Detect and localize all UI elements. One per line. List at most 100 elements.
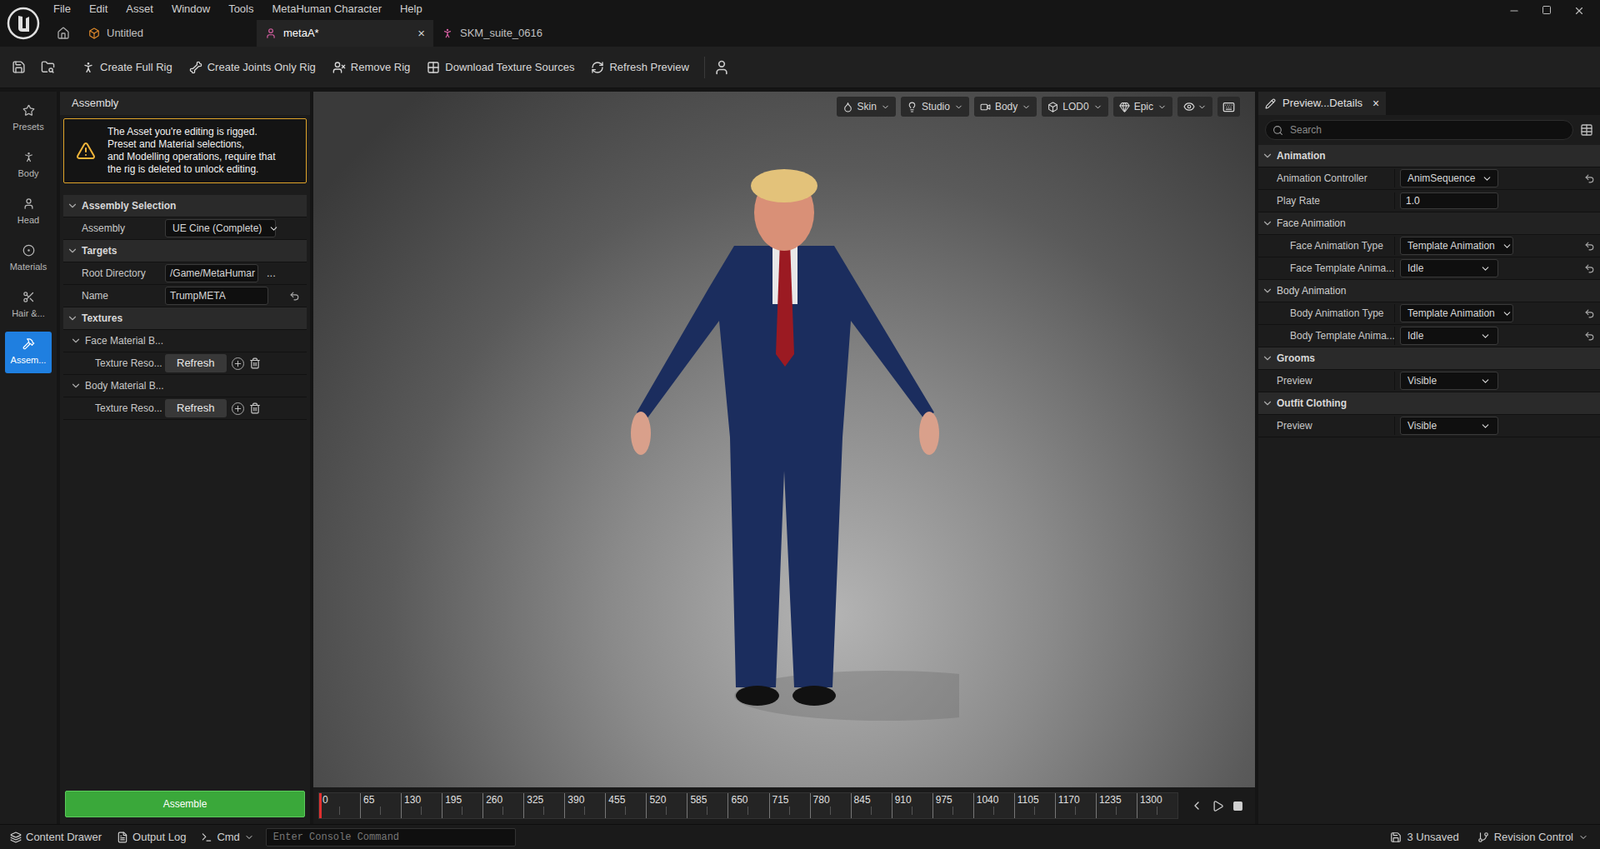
dropdown[interactable]: Template Animation [1400, 236, 1514, 255]
toolbar-button[interactable]: Create Joints Only Rig [182, 55, 323, 80]
add-icon[interactable] [231, 402, 245, 415]
status-button[interactable]: Output Log [110, 827, 193, 848]
expand-icon[interactable] [1261, 397, 1274, 410]
viewport-dropdown[interactable]: Studio [900, 96, 970, 117]
name-field[interactable]: TrumpMETA [165, 286, 269, 305]
reset-icon[interactable] [1584, 308, 1595, 320]
dropdown[interactable]: UE Cine (Complete) [165, 219, 276, 238]
add-icon[interactable] [231, 357, 245, 370]
expand-icon[interactable] [66, 200, 79, 212]
menu-item[interactable]: Asset [119, 0, 160, 18]
details-tab-close[interactable]: × [1372, 95, 1380, 113]
sidebar-item[interactable]: Head [5, 191, 52, 234]
view-options-icon[interactable] [1580, 123, 1594, 137]
dropdown[interactable]: Template Animation [1400, 304, 1514, 323]
sidebar-item[interactable]: Body [5, 145, 52, 187]
sidebar-item[interactable]: Hair &... [5, 285, 52, 327]
character-figure[interactable] [609, 154, 960, 738]
toolbar-button[interactable]: Refresh Preview [584, 55, 695, 80]
viewport-dropdown[interactable]: Body [974, 96, 1037, 117]
expand-icon[interactable] [1261, 217, 1274, 230]
document-tab[interactable]: Untitled [80, 20, 257, 47]
tab-close-button[interactable]: × [417, 24, 425, 44]
section-header[interactable]: Grooms [1258, 347, 1600, 370]
status-button[interactable]: Cmd [194, 827, 260, 848]
group-header[interactable]: Face Material B... [63, 330, 307, 353]
expand-icon[interactable] [70, 335, 82, 347]
playback-controls [1190, 799, 1250, 813]
reset-icon[interactable] [1584, 330, 1595, 342]
save-icon[interactable] [11, 60, 26, 75]
reset-icon[interactable] [1584, 240, 1595, 252]
minimize-icon[interactable] [1508, 5, 1520, 17]
playhead[interactable] [319, 793, 322, 819]
delete-icon[interactable] [249, 357, 261, 370]
viewport-dropdown[interactable]: Epic [1113, 96, 1173, 117]
reset-icon[interactable] [289, 290, 300, 302]
timeline-track[interactable]: 0651301952603253904555205856507157808459… [318, 792, 1179, 820]
viewport-dropdown[interactable]: Skin [836, 96, 896, 117]
menu-item[interactable]: Tools [221, 0, 260, 18]
home-icon[interactable] [56, 26, 70, 40]
dropdown[interactable]: Visible [1400, 371, 1499, 390]
dropdown[interactable]: Idle [1400, 326, 1499, 345]
toolbar-button[interactable]: Download Texture Sources [420, 55, 581, 80]
viewport-dropdown[interactable]: LOD0 [1041, 96, 1108, 117]
refresh-button[interactable]: Refresh [165, 399, 227, 418]
menu-item[interactable]: MetaHuman Character [265, 0, 389, 18]
expand-icon[interactable] [1261, 150, 1274, 162]
section-header[interactable]: Body Animation [1258, 280, 1600, 303]
dropdown[interactable]: Visible [1400, 416, 1499, 435]
section-header[interactable]: Targets [63, 240, 307, 263]
dropdown[interactable]: AnimSequence [1400, 169, 1499, 188]
section-header[interactable]: Face Animation [1258, 212, 1600, 235]
revision-control[interactable]: Revision Control [1469, 827, 1597, 848]
view-options[interactable] [1177, 96, 1213, 117]
expand-icon[interactable] [70, 380, 82, 392]
section-header[interactable]: Outfit Clothing [1258, 392, 1600, 415]
menu-item[interactable]: Help [393, 0, 430, 18]
sidebar-item[interactable]: Presets [5, 98, 52, 140]
keyboard-button[interactable] [1217, 96, 1240, 117]
section-header[interactable]: Textures [63, 307, 307, 330]
refresh-button[interactable]: Refresh [165, 354, 227, 373]
details-tab[interactable]: Preview...Details× [1258, 91, 1386, 115]
document-tab[interactable]: metaA*× [256, 20, 434, 47]
restore-icon[interactable] [1541, 5, 1552, 15]
browse-button[interactable]: ... [263, 265, 280, 282]
menu-item[interactable]: Edit [82, 0, 115, 18]
expand-icon[interactable] [66, 245, 79, 257]
unreal-logo-icon[interactable] [6, 6, 40, 40]
assemble-button[interactable]: Assemble [65, 790, 305, 818]
viewport[interactable]: SkinStudioBodyLOD0Epic [313, 91, 1255, 788]
menu-item[interactable]: File [46, 0, 78, 18]
reset-icon[interactable] [1584, 173, 1595, 185]
document-tab[interactable]: SKM_suite_0616 [433, 20, 610, 47]
browse-icon[interactable] [40, 60, 55, 75]
play-icon[interactable] [1211, 800, 1225, 813]
path-field[interactable]: /Game/MetaHumar [165, 264, 259, 283]
sidebar-item[interactable]: Materials [5, 238, 52, 280]
unsaved-indicator[interactable]: 3 Unsaved [1381, 827, 1467, 848]
toolbar-button[interactable]: Remove Rig [325, 55, 418, 80]
expand-icon[interactable] [66, 312, 79, 325]
reset-icon[interactable] [1584, 263, 1595, 275]
toolbar-button[interactable]: Create Full Rig [75, 55, 180, 80]
status-button[interactable]: Content Drawer [3, 827, 109, 848]
user-icon[interactable] [713, 59, 730, 76]
section-header[interactable]: Animation [1258, 145, 1600, 168]
stop-icon[interactable] [1232, 800, 1244, 812]
section-header[interactable]: Assembly Selection [63, 195, 307, 218]
expand-icon[interactable] [1261, 285, 1274, 297]
menu-item[interactable]: Window [165, 0, 217, 18]
details-search[interactable]: Search [1265, 120, 1574, 140]
group-header[interactable]: Body Material B... [63, 375, 307, 398]
close-window-icon[interactable] [1573, 5, 1585, 17]
number-field[interactable]: 1.0 [1400, 192, 1499, 210]
expand-icon[interactable] [1261, 352, 1274, 365]
console-input[interactable]: Enter Console Command [265, 828, 516, 847]
dropdown[interactable]: Idle [1400, 259, 1499, 278]
step-back-icon[interactable] [1190, 799, 1204, 813]
sidebar-item[interactable]: Assem... [5, 331, 52, 374]
delete-icon[interactable] [249, 402, 261, 415]
